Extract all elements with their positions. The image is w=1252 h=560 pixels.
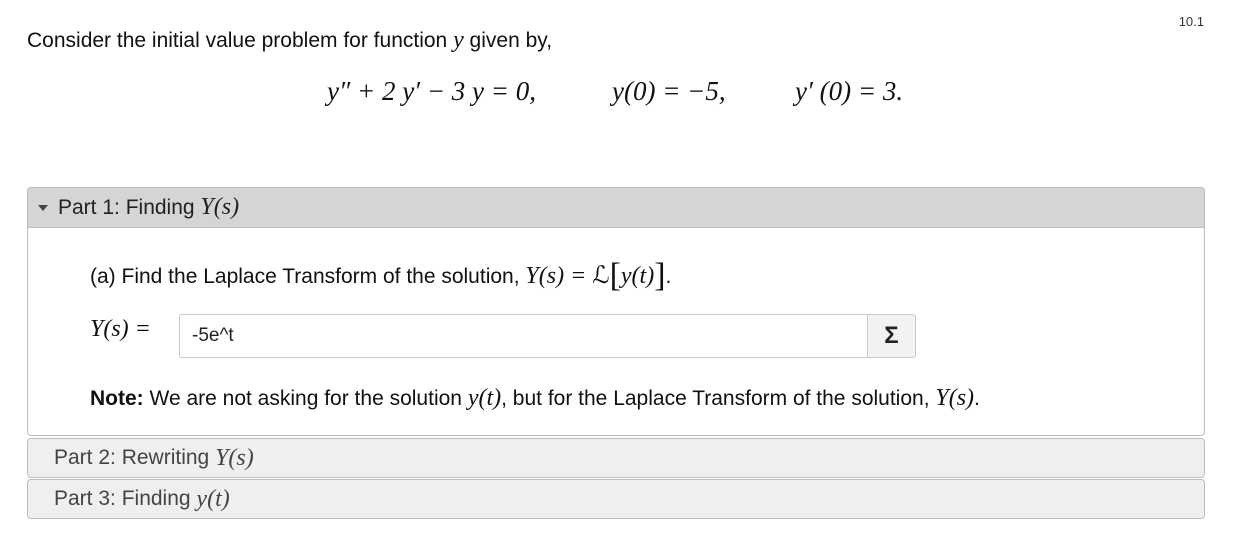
part-3-label: Part 3: Finding	[54, 487, 191, 510]
note-bold: Note:	[90, 387, 144, 410]
intro-variable: y	[453, 27, 464, 53]
answer-input[interactable]: -5e^t	[179, 314, 868, 358]
note-end: .	[974, 387, 980, 410]
part-1-label: Part 1: Finding	[58, 195, 195, 219]
question-math-inner: y(t)	[620, 263, 655, 289]
part-1-header[interactable]: Part 1: Finding Y(s)	[28, 188, 1204, 228]
note-math-2: Y(s)	[935, 385, 975, 411]
question-prefix: (a) Find the Laplace Transform of the so…	[90, 265, 526, 288]
laplace-symbol: ℒ	[592, 263, 610, 289]
caret-down-icon	[38, 204, 48, 211]
part-3-label-math: y(t)	[196, 485, 230, 512]
answer-label: Y(s) =	[90, 316, 151, 342]
part-2-header[interactable]: Part 2: Rewriting Y(s)	[27, 438, 1205, 478]
note-text-1: We are not asking for the solution	[143, 387, 468, 410]
equation-editor-button[interactable]: Σ	[868, 314, 916, 358]
part-3-header[interactable]: Part 3: Finding y(t)	[27, 479, 1205, 519]
left-bracket: [	[609, 257, 621, 294]
part-2-label: Part 2: Rewriting	[54, 446, 210, 469]
initial-condition-2: y′ (0) = 3.	[795, 76, 904, 106]
intro-text-after: given by,	[463, 29, 553, 52]
sigma-icon: Σ	[884, 322, 899, 349]
note-math-1: y(t)	[467, 385, 502, 411]
part-2-label-math: Y(s)	[215, 444, 254, 471]
problem-intro: Consider the initial value problem for f…	[27, 27, 552, 54]
note-text-2: , but for the Laplace Transform of the s…	[501, 387, 936, 410]
question-end: .	[665, 265, 672, 288]
initial-condition-1: y(0) = −5,	[612, 76, 726, 106]
version-label: 10.1	[1178, 14, 1204, 29]
part-1-panel: Part 1: Finding Y(s) (a) Find the Laplac…	[27, 187, 1205, 436]
question-text: (a) Find the Laplace Transform of the so…	[90, 257, 671, 295]
intro-text-before: Consider the initial value problem for f…	[27, 29, 454, 52]
right-bracket: ]	[654, 257, 666, 294]
question-math-lhs: Y(s) =	[525, 263, 593, 289]
note-text: Note: We are not asking for the solution…	[90, 385, 980, 412]
part-1-label-math: Y(s)	[200, 194, 240, 220]
ode-equation: y″ + 2 y′ − 3 y = 0,	[327, 76, 537, 106]
page: 10.1 Consider the initial value problem …	[0, 0, 1252, 560]
